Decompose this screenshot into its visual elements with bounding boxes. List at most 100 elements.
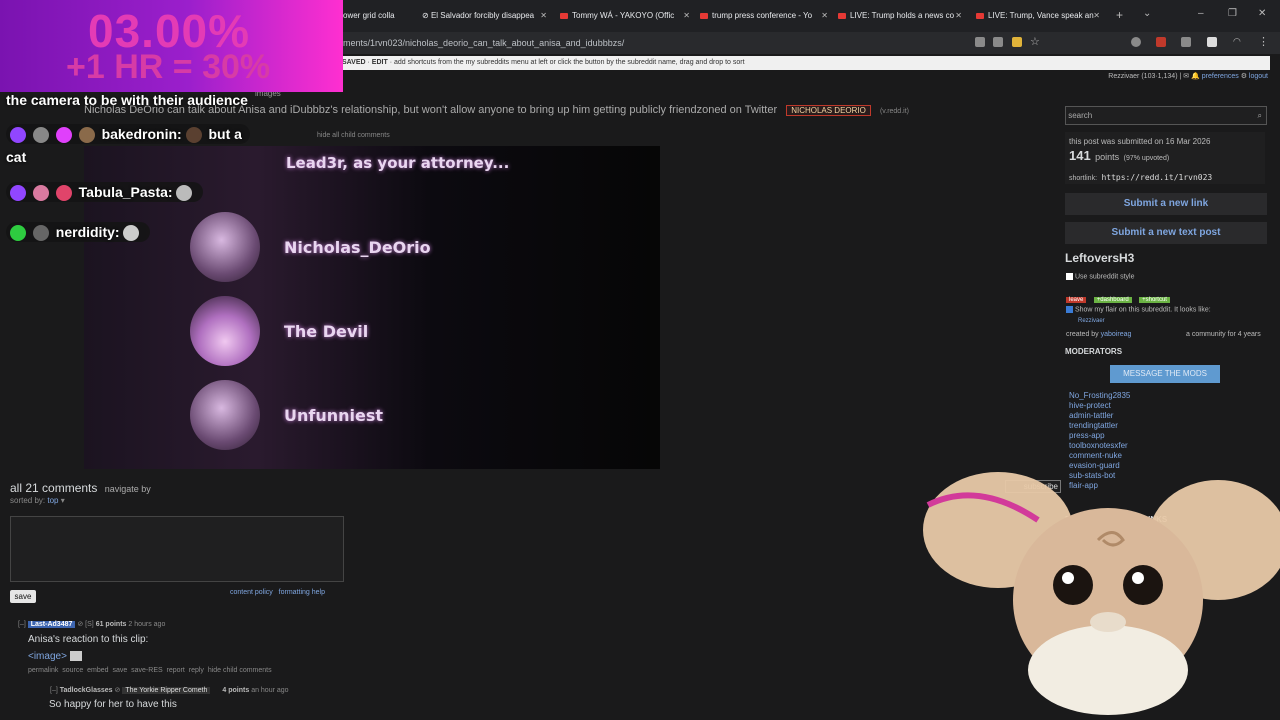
chevron-down-icon[interactable]: ⌄ — [1143, 8, 1151, 19]
comment-author[interactable]: TadlockGlasses — [60, 687, 113, 694]
username[interactable]: Rezzivaer — [1108, 73, 1139, 80]
image-icon — [69, 651, 82, 662]
hide-child-link[interactable]: hide child comments — [208, 667, 272, 674]
twitch-icon — [10, 185, 26, 202]
permalink-link[interactable]: permalink — [28, 667, 58, 674]
moderator-link[interactable]: trendingtattler — [1069, 421, 1130, 431]
collapse-toggle[interactable]: [–] — [50, 687, 58, 694]
browser-tab[interactable]: Tommy WÁ - YAKOYO (Offic ✕ — [560, 6, 690, 26]
menu-icon[interactable]: ⋮ — [1258, 35, 1269, 48]
chat-username: nerdidity: — [55, 224, 120, 240]
edit-link[interactable]: EDIT — [372, 59, 388, 66]
created-by-label: created by — [1066, 331, 1099, 338]
bell-icon[interactable]: 🔔 — [1191, 73, 1200, 80]
comment-meta: [–] Last-Ad3487 ⊘ [S] 61 points 2 hours … — [18, 620, 718, 628]
report-link[interactable]: report — [167, 667, 185, 674]
browser-tab[interactable]: ⊘ El Salvador forcibly disappea ✕ — [422, 6, 547, 26]
moderator-link[interactable]: hive-protect — [1069, 401, 1130, 411]
navigate-by[interactable]: navigate by — [105, 484, 151, 494]
shortlink[interactable]: https://redd.it/1rvn023 — [1101, 173, 1212, 182]
shortlink-row: shortlink: https://redd.it/1rvn023 — [1069, 167, 1261, 185]
chat-message: bakedronin: but a — [6, 124, 250, 144]
creator-link[interactable]: yaboireag — [1101, 331, 1132, 338]
saved-link[interactable]: SAVED — [342, 59, 366, 66]
new-tab-icon[interactable]: + — [1116, 8, 1123, 22]
save-res-link[interactable]: save-RES — [131, 667, 163, 674]
image-link[interactable]: <image> — [28, 651, 718, 662]
embed-link[interactable]: embed — [87, 667, 108, 674]
sidebar-icon[interactable] — [1207, 37, 1217, 47]
sort-dropdown[interactable]: top — [47, 496, 58, 505]
submit-link-button[interactable]: Submit a new link — [1065, 193, 1267, 215]
comment-textarea[interactable] — [10, 516, 344, 582]
search-icon[interactable]: ⌕ — [1258, 107, 1262, 124]
content-policy-link[interactable]: content policy — [230, 589, 273, 596]
tag-icon[interactable]: ⊘ — [77, 621, 83, 628]
mail-icon[interactable]: ✉ — [1183, 73, 1189, 80]
close-tab-icon[interactable]: ✕ — [821, 6, 828, 26]
screenshot-icon[interactable] — [975, 37, 985, 47]
browser-tab[interactable]: LIVE: Trump, Vance speak an ✕ — [976, 6, 1100, 26]
address-bar[interactable]: ments/1rvn023/nicholas_deorio_can_talk_a… — [343, 38, 624, 48]
video-name: Nicholas_DeOrio — [284, 238, 431, 257]
browser-tab[interactable]: ower grid colla — [343, 6, 423, 26]
close-window-icon[interactable]: ✕ — [1258, 8, 1266, 19]
account-icon[interactable]: ◠ — [1233, 36, 1241, 47]
close-tab-icon[interactable]: ✕ — [540, 6, 547, 26]
video-avatar — [190, 380, 260, 450]
gear-icon[interactable]: ⚙ — [1241, 73, 1247, 80]
extension-icon[interactable] — [1156, 37, 1166, 47]
chat-message: nerdidity: — [6, 222, 151, 242]
subreddit-name[interactable]: LeftoversH3 — [1065, 251, 1134, 265]
search-input[interactable]: search ⌕ — [1065, 106, 1267, 125]
user-avatar-icon — [32, 185, 49, 202]
emote-icon — [123, 225, 140, 242]
browser-tab[interactable]: LIVE: Trump holds a news co ✕ — [838, 6, 962, 26]
collapse-toggle[interactable]: [–] — [18, 621, 26, 628]
message-mods-button[interactable]: MESSAGE THE MODS — [1110, 365, 1220, 383]
reply-link[interactable]: reply — [189, 667, 204, 674]
bookmark-star-icon[interactable]: ☆ — [1030, 35, 1040, 48]
close-tab-icon[interactable]: ✕ — [955, 6, 962, 26]
submitted-date: this post was submitted on 16 Mar 2026 — [1069, 137, 1211, 146]
dashboard-button[interactable]: +dashboard — [1093, 297, 1132, 303]
emote-icon — [176, 185, 193, 202]
close-tab-icon[interactable]: ✕ — [1093, 6, 1100, 26]
save-link[interactable]: save — [112, 667, 127, 674]
flair-preview: Rezzivaer — [1078, 318, 1105, 324]
use-style-checkbox[interactable] — [1066, 273, 1073, 280]
hide-child-comments-link[interactable]: hide all child comments — [317, 132, 390, 139]
folder-icon[interactable] — [1012, 37, 1022, 47]
user-flair: The Yorkie Ripper Cometh — [122, 687, 211, 694]
formatting-help-link[interactable]: formatting help — [279, 589, 325, 596]
moderator-link[interactable]: press-app — [1069, 431, 1130, 441]
post-domain[interactable]: (v.redd.it) — [880, 108, 909, 115]
youtube-icon — [560, 12, 568, 19]
preferences-link[interactable]: preferences — [1202, 73, 1239, 80]
comment-author[interactable]: Last-Ad3487 — [27, 621, 76, 628]
chevron-down-icon[interactable]: ▾ — [61, 496, 65, 505]
save-button[interactable]: save — [10, 590, 36, 603]
show-flair-label: Show my flair on this subreddit. It look… — [1074, 306, 1211, 314]
comments-heading: all 21 comments navigate by — [10, 481, 151, 495]
browser-tab[interactable]: trump press conference - Yo ✕ — [700, 6, 828, 26]
extensions-puzzle-icon[interactable] — [1181, 37, 1191, 47]
leave-button[interactable]: leave — [1066, 297, 1087, 303]
upvote-ratio: (97% upvoted) — [1123, 155, 1170, 162]
submit-text-button[interactable]: Submit a new text post — [1065, 222, 1267, 244]
show-flair-checkbox[interactable] — [1066, 306, 1073, 313]
moderator-link[interactable]: No_Frosting2835 — [1069, 391, 1130, 401]
tag-icon[interactable]: ⊘ — [115, 687, 121, 694]
maximize-icon[interactable]: ❐ — [1228, 8, 1237, 19]
source-link[interactable]: source — [62, 667, 83, 674]
close-tab-icon[interactable]: ✕ — [683, 6, 690, 26]
moderator-link[interactable]: admin-tattler — [1069, 411, 1130, 421]
profile-icon[interactable] — [1131, 37, 1141, 47]
shortcut-button[interactable]: +shortcut — [1139, 297, 1170, 303]
moderator-link[interactable]: toolboxnotesxfer — [1069, 441, 1130, 451]
logout-link[interactable]: logout — [1249, 73, 1268, 80]
res-shortcut-bar: SAVED · EDIT · add shortcuts from the my… — [340, 56, 1270, 70]
minimize-icon[interactable]: – — [1198, 8, 1204, 19]
monkey-emote-icon — [78, 127, 95, 144]
download-icon[interactable] — [993, 37, 1003, 47]
